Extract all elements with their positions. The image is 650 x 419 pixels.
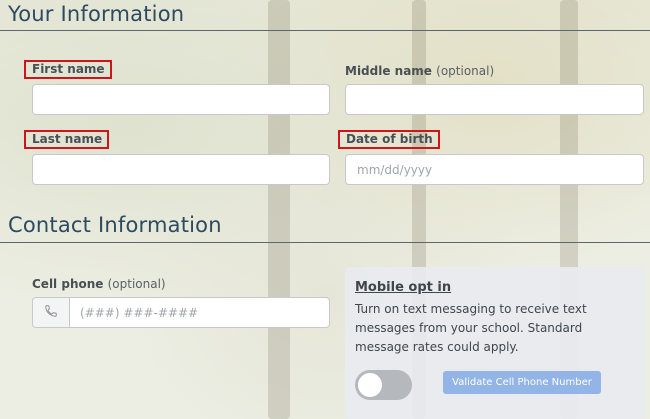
middle-name-label: Middle name (optional) — [345, 64, 494, 78]
middle-name-label-text: Middle name — [345, 64, 432, 78]
middle-name-optional: (optional) — [436, 64, 495, 78]
section-divider — [0, 30, 650, 31]
cell-phone-label-text: Cell phone — [32, 277, 104, 291]
your-information-heading: Your Information — [8, 2, 185, 26]
phone-addon — [33, 298, 70, 327]
last-name-input[interactable] — [32, 154, 330, 185]
validate-cell-phone-button[interactable]: Validate Cell Phone Number — [443, 371, 601, 394]
first-name-label-text: First name — [32, 62, 105, 76]
first-name-label: First name — [24, 60, 112, 79]
cell-phone-optional: (optional) — [107, 277, 166, 291]
mobile-opt-in-panel: Mobile opt in Turn on text messaging to … — [345, 267, 644, 419]
mobile-opt-in-toggle[interactable] — [355, 370, 412, 400]
section-divider — [0, 242, 650, 243]
contact-information-heading: Contact Information — [8, 213, 222, 237]
last-name-label: Last name — [24, 130, 110, 149]
date-of-birth-placeholder: mm/dd/yyyy — [357, 163, 433, 177]
phone-icon — [44, 303, 58, 322]
cell-phone-label: Cell phone (optional) — [32, 277, 166, 291]
date-of-birth-label: Date of birth — [338, 130, 440, 149]
background-trunk — [268, 0, 290, 419]
mobile-opt-in-description: Turn on text messaging to receive text m… — [355, 302, 587, 354]
first-name-input[interactable] — [32, 84, 330, 115]
cell-phone-input[interactable]: (###) ###-#### — [32, 297, 330, 328]
last-name-label-text: Last name — [32, 132, 103, 146]
middle-name-input[interactable] — [345, 84, 644, 115]
date-of-birth-input[interactable]: mm/dd/yyyy — [345, 154, 644, 185]
cell-phone-placeholder: (###) ###-#### — [80, 306, 199, 320]
date-of-birth-label-text: Date of birth — [346, 132, 433, 146]
toggle-knob — [358, 373, 382, 397]
mobile-opt-in-title: Mobile opt in — [355, 280, 452, 295]
